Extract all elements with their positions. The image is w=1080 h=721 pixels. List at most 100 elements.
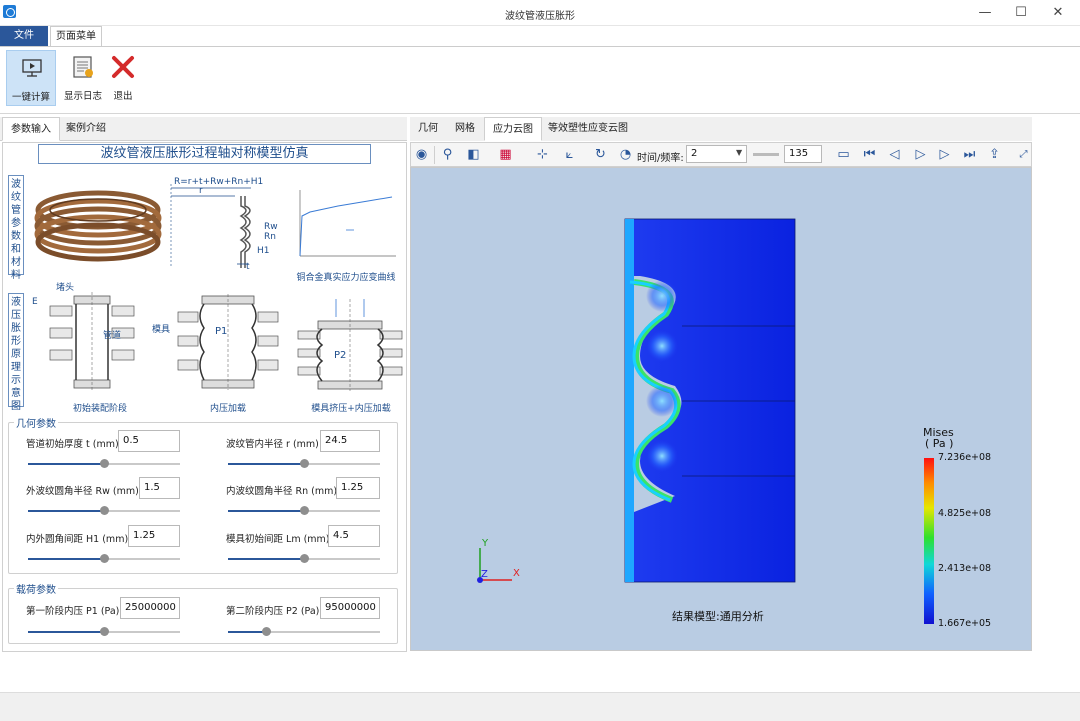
geometry-group-title: 几何参数 [14, 415, 58, 430]
frame-slider[interactable] [753, 153, 779, 156]
p2-label: P2 [334, 350, 347, 361]
axis-x-label: X [513, 568, 520, 579]
show-log-button[interactable]: 显示日志 [58, 50, 108, 106]
p2-input[interactable]: 95000000 [320, 597, 380, 619]
param-label: 第二阶段内压 P2 (Pa) [226, 606, 320, 617]
stress-strain-chart [299, 190, 396, 257]
menu-bar [0, 26, 1080, 46]
stage2-caption: 内压加载 [209, 404, 246, 414]
tab-parameter-input[interactable]: 参数输入 [2, 117, 60, 141]
h1-input[interactable]: 1.25 [128, 525, 180, 547]
tube-label: 管道 [103, 331, 122, 341]
tab-mesh[interactable]: 网格 [447, 117, 483, 141]
lm-input[interactable]: 4.5 [328, 525, 380, 547]
toolbar-separator [434, 146, 435, 164]
bellows-image [34, 190, 162, 262]
param-label: 第一阶段内压 P1 (Pa) [26, 606, 120, 617]
monitor-play-icon [22, 59, 42, 77]
p1-input[interactable]: 25000000 [120, 597, 180, 619]
rw-input[interactable]: 1.5 [139, 477, 180, 499]
log-document-icon [73, 56, 93, 78]
close-icon[interactable]: ✕ [1049, 4, 1067, 22]
die-label: 模具 [152, 325, 171, 335]
page-menu-tab[interactable]: 页面菜单 [50, 26, 102, 47]
export-icon[interactable]: ⇪ [986, 146, 1003, 163]
thickness-input[interactable]: 0.5 [118, 430, 180, 452]
p1-slider[interactable] [28, 627, 180, 636]
rotate-icon[interactable]: ↻ [592, 146, 609, 163]
frame-input[interactable]: 135 [784, 145, 822, 163]
load-group-title: 载荷参数 [14, 581, 58, 596]
legend-color-bar [924, 458, 934, 624]
last-frame-icon[interactable]: ⏭ [961, 146, 978, 163]
side-label-bellows-params: 波纹管参数和材料 [8, 175, 24, 281]
ribbon [0, 46, 1080, 114]
minimize-icon[interactable]: — [976, 4, 994, 22]
stage3-caption: 模具挤压+内压加载 [311, 404, 391, 414]
result-model-label: 结果模型:通用分析 [672, 610, 764, 623]
fit-view-icon[interactable]: ⊹ [534, 146, 551, 163]
lm-slider[interactable] [228, 554, 380, 563]
r-label: r [199, 186, 203, 196]
param-label: 模具初始间距 Lm (mm) [226, 534, 330, 545]
chevron-down-icon: ▼ [736, 148, 743, 157]
camera-icon[interactable]: ◉ [413, 146, 430, 163]
stage1-caption: 初始装配阶段 [72, 404, 127, 414]
exit-x-icon [112, 56, 134, 78]
rn-slider[interactable] [228, 506, 380, 515]
thickness-slider[interactable] [28, 459, 180, 468]
inner-radius-slider[interactable] [228, 459, 380, 468]
tab-plastic-strain-contour[interactable]: 等效塑性应变云图 [540, 117, 636, 141]
rn-label: Rn [264, 232, 276, 242]
maximize-icon[interactable]: ☐ [1012, 4, 1030, 22]
tab-case-intro[interactable]: 案例介绍 [58, 117, 114, 141]
legend-mid-high: 4.825e+08 [938, 508, 992, 519]
time-label: 时间/频率: [637, 153, 684, 164]
axis-y-label: Y [482, 538, 489, 549]
param-label: 内外圆角间距 H1 (mm) [26, 534, 129, 545]
play-icon[interactable]: ▷ [912, 146, 929, 163]
legend-unit: ( Pa ) [925, 437, 954, 450]
exit-button[interactable]: 退出 [104, 50, 142, 106]
status-bar [0, 692, 1080, 721]
legend-max: 7.236e+08 [938, 452, 992, 463]
first-frame-icon[interactable]: ⏮ [861, 146, 878, 163]
stage1-sketch [49, 292, 135, 390]
one-click-compute-button[interactable]: 一键计算 [6, 50, 56, 106]
axis-icon[interactable]: ⟀ [561, 146, 578, 163]
stress-curve-caption: 铜合金真实应力应变曲线 [296, 273, 396, 283]
video-icon[interactable]: ▭ [835, 146, 852, 163]
e-label: E [32, 297, 38, 307]
file-menu-tab[interactable]: 文件 [0, 26, 48, 46]
stress-contour-plot [624, 218, 796, 583]
expand-icon[interactable]: ⤢ [1015, 146, 1032, 163]
h1-slider[interactable] [28, 554, 180, 563]
diagram-title: 波纹管液压胀形过程轴对称模型仿真 [38, 144, 371, 164]
compute-label: 一键计算 [11, 92, 50, 103]
time-icon[interactable]: ◔ [617, 146, 634, 163]
color-map-icon[interactable]: ▦ [497, 146, 514, 163]
zoom-icon[interactable]: ⚲ [439, 146, 456, 163]
cross-section-sketch [170, 184, 251, 268]
formula-label: R=r+t+Rw+Rn+H1 [174, 177, 264, 187]
render-mode-icon[interactable]: ◧ [465, 146, 482, 163]
rn-input[interactable]: 1.25 [336, 477, 380, 499]
param-label: 内波纹圆角半径 Rn (mm) [226, 486, 338, 497]
window-title: 波纹管液压胀形 [505, 11, 575, 22]
rw-slider[interactable] [28, 506, 180, 515]
legend-mid-low: 2.413e+08 [938, 563, 992, 574]
inner-radius-input[interactable]: 24.5 [320, 430, 380, 452]
h1-label: H1 [257, 246, 270, 256]
next-frame-icon[interactable]: ▷ [936, 146, 953, 163]
tab-stress-contour[interactable]: 应力云图 [484, 117, 542, 141]
axis-z-label: Z [481, 569, 488, 580]
prev-frame-icon[interactable]: ◁ [886, 146, 903, 163]
p2-slider[interactable] [228, 627, 380, 636]
legend-min: 1.667e+05 [938, 618, 992, 629]
stage2-sketch [177, 294, 279, 390]
side-label-forming-principle: 液压胀形原理示意图 [8, 293, 24, 412]
plug-label: 堵头 [56, 283, 75, 293]
tab-geometry[interactable]: 几何 [410, 117, 446, 141]
param-label: 外波纹圆角半径 Rw (mm) [26, 486, 139, 497]
exit-label: 退出 [113, 91, 133, 102]
